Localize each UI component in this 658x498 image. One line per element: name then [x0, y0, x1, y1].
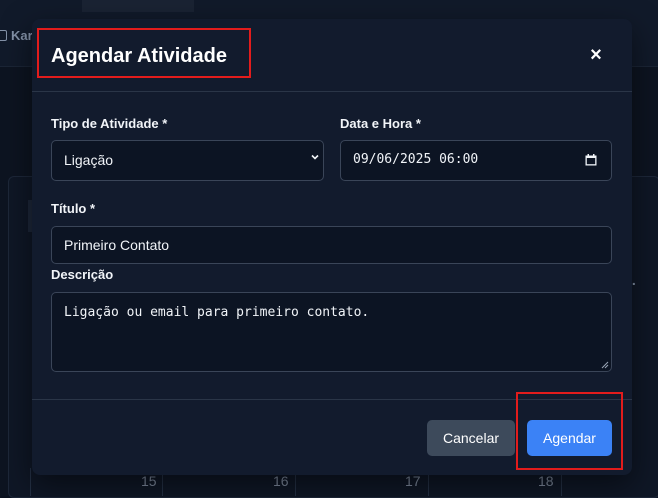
description-value: Ligação ou email para primeiro contato. [64, 305, 370, 320]
description-textarea[interactable]: Ligação ou email para primeiro contato. [51, 292, 612, 372]
description-label: Descrição [51, 267, 114, 282]
resize-handle-icon[interactable] [601, 361, 609, 369]
activity-type-select[interactable]: Ligação [51, 140, 324, 181]
button-highlight-box [516, 392, 623, 470]
calendar-day-number: 15 [141, 473, 157, 489]
datetime-value: 09/06/2025 06:00 [353, 152, 479, 167]
calendar-day-number: 16 [273, 473, 289, 489]
background-tab-label: Kar [0, 28, 33, 43]
title-input-value: Primeiro Contato [64, 237, 170, 253]
title-input[interactable]: Primeiro Contato [51, 226, 612, 264]
close-button[interactable]: × [588, 45, 604, 65]
modal-header: Agendar Atividade × [32, 19, 632, 92]
activity-type-label: Tipo de Atividade * [51, 116, 168, 131]
schedule-activity-modal: Agendar Atividade × Tipo de Atividade * … [32, 19, 632, 475]
background-grid-line [30, 468, 31, 496]
activity-type-value: Ligação [64, 152, 114, 168]
calendar-day-number: 18 [538, 473, 554, 489]
calendar-icon[interactable] [585, 154, 597, 166]
board-icon [0, 30, 7, 41]
title-highlight-box [37, 28, 251, 78]
cancel-button[interactable]: Cancelar [427, 420, 515, 456]
datetime-input[interactable]: 09/06/2025 06:00 [340, 140, 612, 181]
calendar-day-number: 17 [405, 473, 421, 489]
title-field-label: Título * [51, 201, 96, 216]
chevron-down-icon [311, 154, 319, 160]
datetime-label: Data e Hora * [340, 116, 421, 131]
background-tab [82, 0, 194, 12]
